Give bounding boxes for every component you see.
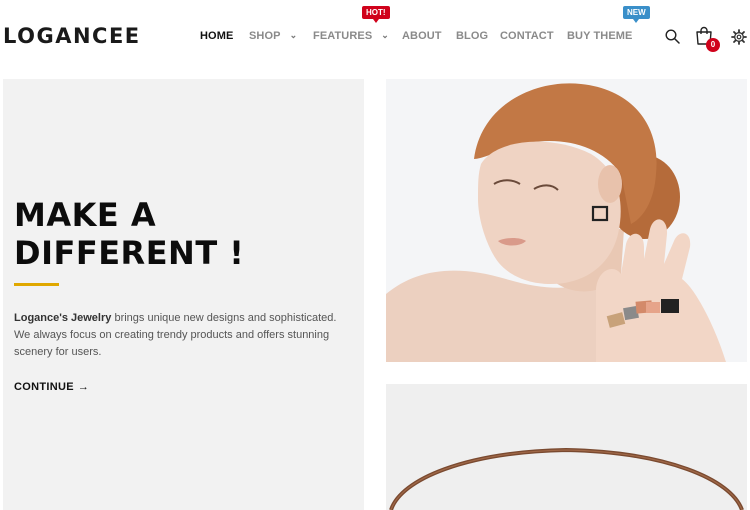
brand-name: Logance's Jewelry (14, 312, 112, 324)
hot-badge: HOT! (362, 6, 390, 23)
nav-item-label: BLOG (456, 30, 489, 42)
chevron-down-icon: ⌄ (289, 30, 298, 40)
gear-icon[interactable] (731, 29, 747, 50)
search-icon[interactable] (665, 29, 680, 49)
nav-item-blog[interactable]: BLOG (456, 30, 488, 42)
nav-item-label: SHOP (249, 30, 281, 42)
site-logo[interactable]: LOGANCEE (3, 24, 141, 48)
nav-item-home[interactable]: HOME (200, 30, 233, 42)
hero-title: MAKE A DIFFERENT ! (14, 196, 244, 272)
hero-title-line: DIFFERENT ! (14, 234, 245, 272)
continue-link[interactable]: CONTINUE → (14, 381, 89, 393)
new-badge: NEW (623, 6, 650, 23)
site-header: LOGANCEE HOME SHOP ⌄ FEATURES ⌄ ABOUT BLOG… (0, 0, 750, 72)
cart-count-badge: 0 (706, 38, 720, 52)
necklace-photo[interactable] (386, 384, 747, 510)
hero-text-line: We always focus on creating trendy produ… (14, 329, 330, 358)
nav-item-shop[interactable]: SHOP ⌄ (249, 30, 297, 42)
hero-title-line: MAKE A (14, 196, 157, 234)
accent-divider (14, 283, 59, 286)
nav-item-label: FEATURES (313, 30, 373, 42)
chevron-down-icon: ⌄ (381, 30, 389, 40)
nav-item-label: CONTACT (500, 30, 554, 42)
arrow-right-icon: → (77, 381, 90, 393)
hero-banner: MAKE A DIFFERENT ! Logance's Jewelry bri… (3, 79, 364, 510)
hero-text-line: brings unique new designs and sophistica… (111, 312, 337, 324)
continue-label: CONTINUE (14, 381, 74, 393)
nav-item-about[interactable]: ABOUT (402, 30, 442, 42)
nav-item-label: HOME (200, 30, 234, 42)
model-photo[interactable] (386, 79, 747, 362)
nav-item-label: BUY THEME (567, 30, 633, 42)
nav-item-features[interactable]: FEATURES ⌄ (313, 30, 389, 42)
nav-item-buy-theme[interactable]: BUY THEME (567, 30, 632, 42)
nav-item-label: ABOUT (402, 30, 442, 42)
nav-item-contact[interactable]: CONTACT (500, 30, 554, 42)
hero-description: Logance's Jewelry brings unique new desi… (14, 310, 359, 361)
